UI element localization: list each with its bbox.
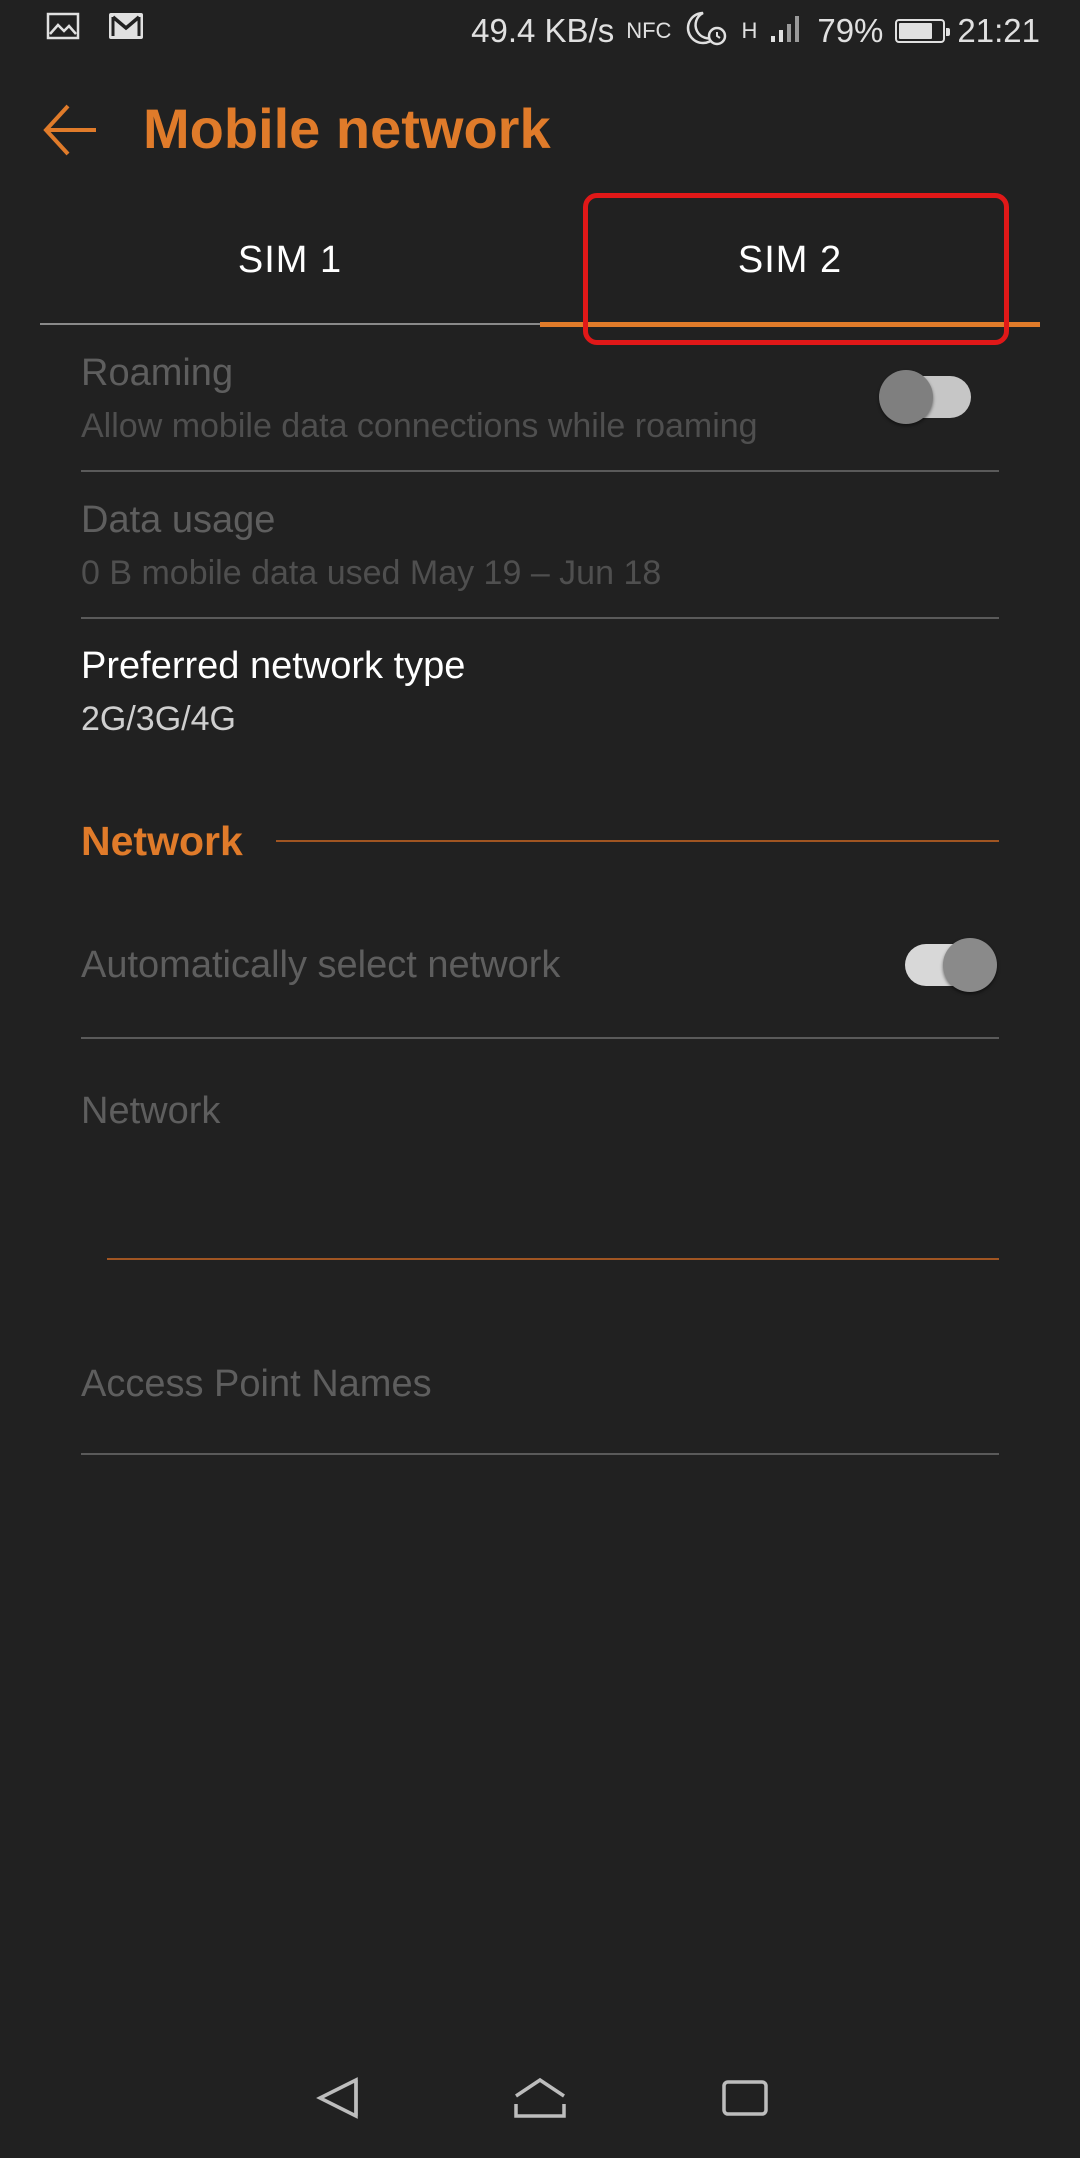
apn-setting[interactable]: Access Point Names	[81, 1363, 999, 1406]
apn-title: Access Point Names	[81, 1363, 432, 1405]
network-speed: 49.4 KB/s	[471, 12, 615, 49]
navigation-bar	[0, 2040, 1080, 2158]
nav-back-button[interactable]	[300, 2058, 380, 2138]
network-type-icon: H	[741, 18, 758, 43]
divider	[81, 1453, 999, 1455]
preferred-network-type-setting[interactable]: Preferred network type 2G/3G/4G	[81, 645, 999, 739]
status-right: 49.4 KB/s NFC H 79% 21:21	[471, 8, 1040, 54]
roaming-setting[interactable]: Roaming Allow mobile data connections wh…	[81, 352, 999, 446]
recents-icon	[722, 2080, 768, 2116]
status-bar: 49.4 KB/s NFC H 79% 21:21	[0, 0, 1080, 62]
divider	[81, 617, 999, 619]
divider	[81, 1037, 999, 1039]
home-icon	[514, 2077, 566, 2118]
data-usage-summary: 0 B mobile data used May 19 – Jun 18	[81, 554, 662, 592]
divider	[81, 470, 999, 472]
section-divider	[276, 840, 999, 842]
page-title: Mobile network	[143, 97, 551, 160]
nfc-icon: NFC	[626, 18, 672, 43]
highlight-box	[583, 193, 1009, 345]
battery-percent: 79%	[817, 12, 884, 49]
roaming-summary: Allow mobile data connections while roam…	[81, 407, 758, 445]
auto-select-network-title: Automatically select network	[81, 944, 561, 986]
nav-recents-button[interactable]	[704, 2058, 784, 2138]
battery-icon	[895, 19, 951, 43]
preferred-network-type-summary: 2G/3G/4G	[81, 700, 236, 738]
do-not-disturb-alarm-icon	[683, 7, 729, 55]
data-usage-setting[interactable]: Data usage 0 B mobile data used May 19 –…	[81, 499, 999, 593]
roaming-toggle[interactable]	[879, 370, 971, 424]
app-bar: Mobile network	[0, 80, 1080, 180]
data-usage-title: Data usage	[81, 499, 276, 541]
section-header-network: Network	[81, 818, 243, 864]
network-setting[interactable]: Network	[81, 1090, 999, 1133]
tab-sim-1[interactable]: SIM 1	[40, 195, 540, 325]
status-left	[46, 12, 144, 45]
roaming-title: Roaming	[81, 352, 234, 394]
auto-select-network-toggle[interactable]	[905, 938, 997, 992]
toggle-thumb	[943, 938, 997, 992]
back-button[interactable]	[40, 98, 104, 162]
mobile-network-screen: 49.4 KB/s NFC H 79% 21:21 Mobile network…	[0, 0, 1080, 2158]
arrow-back-icon	[43, 104, 96, 156]
clock: 21:21	[957, 12, 1040, 49]
gmail-icon	[108, 12, 144, 45]
battery-fill	[899, 23, 933, 39]
preferred-network-type-title: Preferred network type	[81, 645, 466, 687]
signal-icon	[769, 12, 805, 50]
nav-home-button[interactable]	[500, 2058, 580, 2138]
auto-select-network-setting[interactable]: Automatically select network	[81, 944, 999, 987]
toggle-thumb	[879, 370, 933, 424]
section-divider	[107, 1258, 999, 1260]
gallery-icon	[46, 12, 80, 45]
back-icon	[316, 2077, 358, 2119]
network-title: Network	[81, 1090, 221, 1132]
